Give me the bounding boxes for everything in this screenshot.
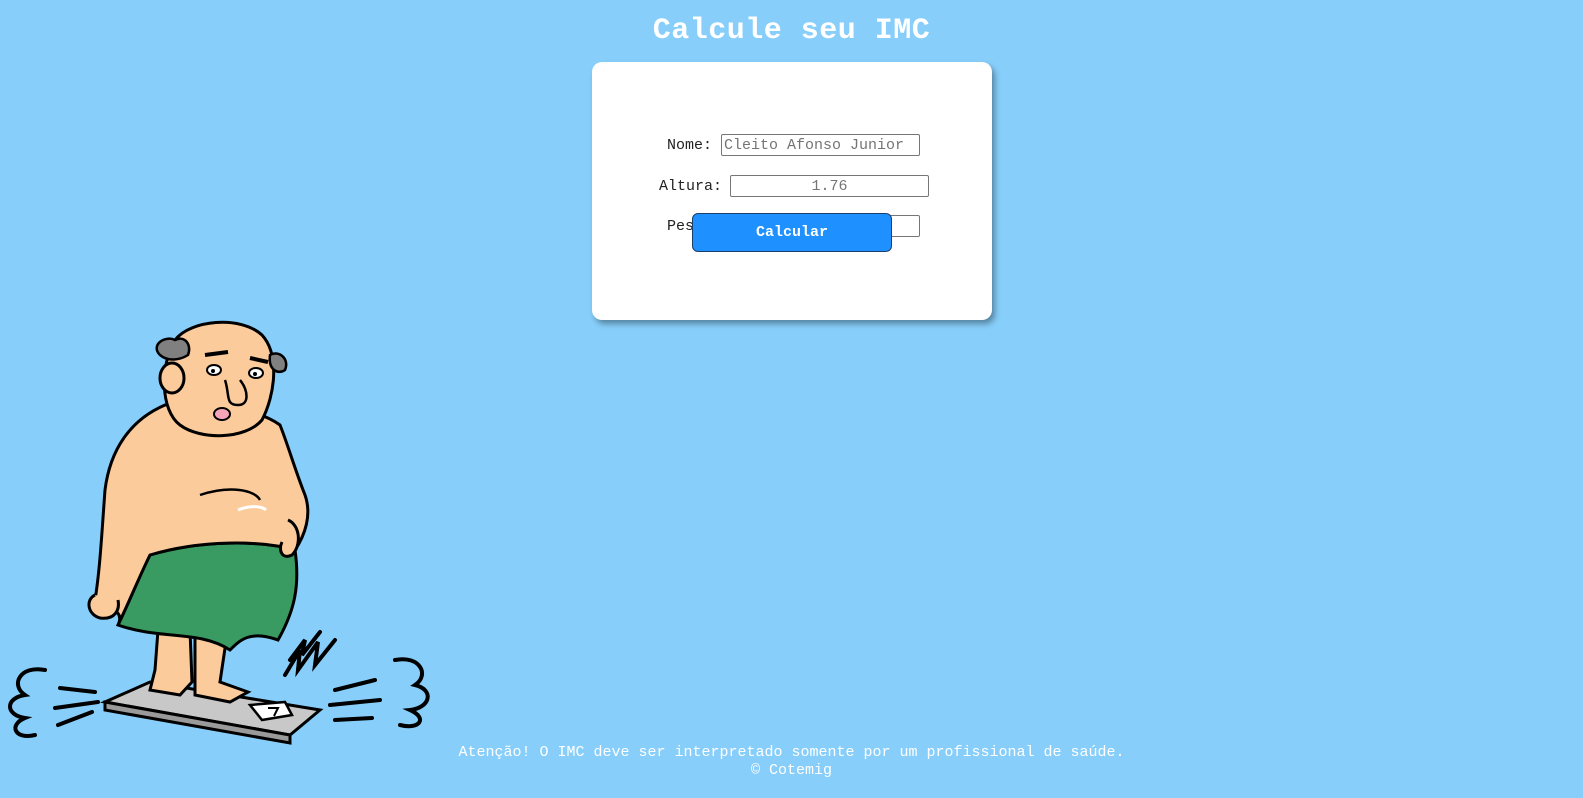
footer: Atenção! O IMC deve ser interpretado som… bbox=[0, 744, 1583, 780]
nome-input[interactable] bbox=[721, 134, 920, 156]
imc-form-card: Nome: Altura: Peso: Calcular bbox=[592, 62, 992, 320]
altura-label: Altura: bbox=[658, 178, 722, 195]
altura-input[interactable] bbox=[730, 175, 929, 197]
altura-row: Altura: bbox=[592, 175, 992, 199]
man-on-scale-illustration bbox=[8, 320, 430, 745]
nome-label: Nome: bbox=[666, 137, 712, 154]
nome-row: Nome: bbox=[592, 134, 992, 158]
footer-copyright: © Cotemig bbox=[750, 762, 832, 779]
footer-warning: Atenção! O IMC deve ser interpretado som… bbox=[458, 744, 1125, 761]
page-title: Calcule seu IMC bbox=[652, 14, 931, 48]
calcular-button[interactable]: Calcular bbox=[692, 213, 892, 252]
